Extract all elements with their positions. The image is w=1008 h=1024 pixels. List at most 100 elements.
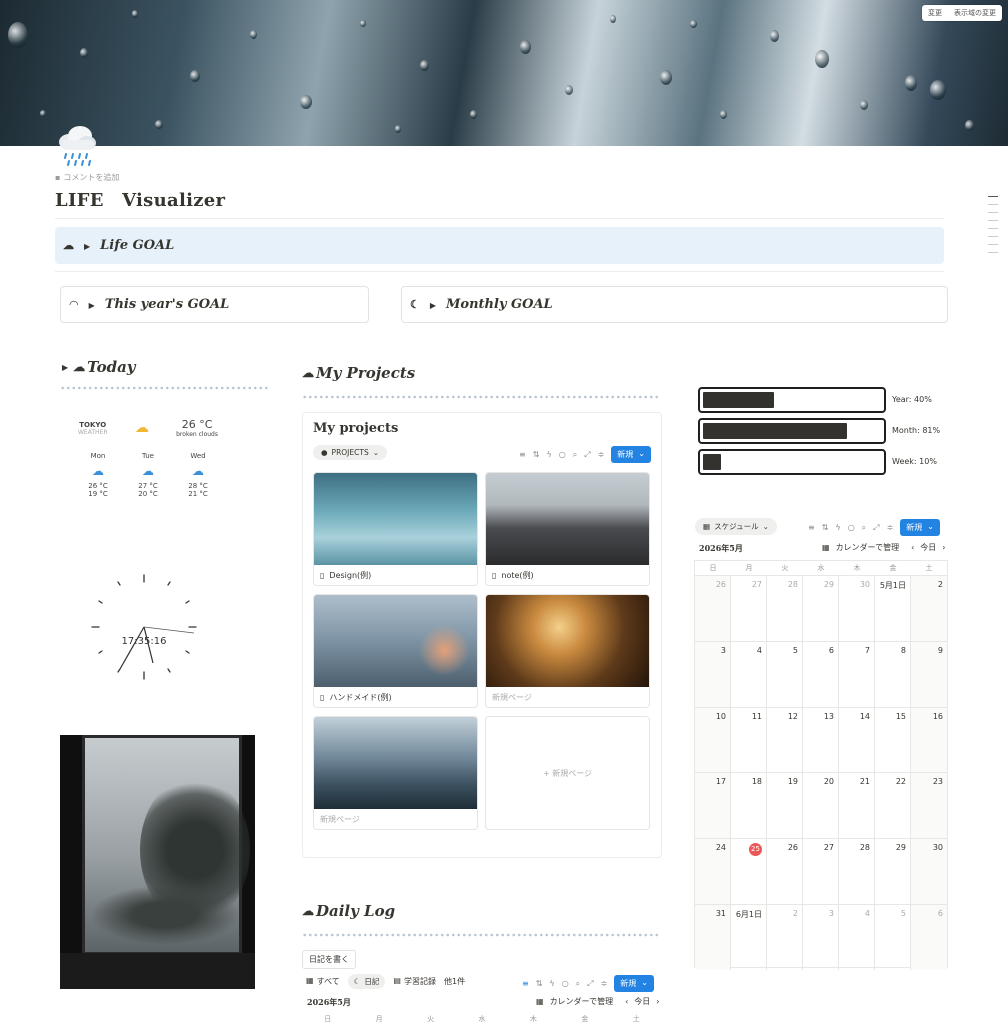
manage-in-calendar-button[interactable]: カレンダーで管理: [836, 542, 900, 553]
settings-icon[interactable]: ≑: [601, 979, 608, 988]
calendar-day-cell[interactable]: 3: [695, 641, 731, 707]
calendar-day-cell[interactable]: 22: [875, 773, 911, 839]
calendar-day-cell[interactable]: 4: [731, 641, 767, 707]
calendar-day-cell[interactable]: 21: [839, 773, 875, 839]
calendar-day-cell[interactable]: 26: [767, 839, 803, 904]
year-goal-toggle[interactable]: ◠ ▶ This year's GOAL: [60, 286, 369, 323]
tab-all[interactable]: ▦ すべて: [306, 976, 340, 987]
schedule-view-tab[interactable]: ▦ スケジュール ⌄: [695, 518, 777, 535]
calendar-day-cell[interactable]: 5: [767, 641, 803, 707]
calendar-day-cell[interactable]: 17: [695, 773, 731, 839]
calendar-day-cell[interactable]: 2: [767, 904, 803, 970]
calendar-day-cell[interactable]: 27: [803, 839, 839, 904]
calendar-day-cell[interactable]: 30: [911, 839, 947, 904]
project-card[interactable]: ▯ ハンドメイド(例): [313, 594, 478, 708]
project-card[interactable]: 新規ページ: [313, 716, 478, 830]
calendar-day-cell[interactable]: 6: [911, 904, 947, 970]
zoom-icon[interactable]: ⌕: [573, 450, 577, 460]
calendar-day-cell[interactable]: 20: [803, 773, 839, 839]
calendar-day-cell[interactable]: 19: [767, 773, 803, 839]
add-new-page-card[interactable]: + 新規ページ: [485, 716, 650, 830]
expand-icon[interactable]: ⤢: [873, 523, 879, 533]
manage-in-calendar-button[interactable]: カレンダーで管理: [550, 996, 614, 1007]
write-diary-button[interactable]: 日記を書く: [302, 950, 356, 969]
projects-db-title[interactable]: My projects: [313, 421, 398, 436]
calendar-day-cell[interactable]: 7: [839, 641, 875, 707]
projects-view-tab[interactable]: ● PROJECTS ⌄: [313, 445, 388, 460]
tab-diary[interactable]: ☾ 日記: [347, 974, 386, 989]
calendar-day-cell[interactable]: 26: [695, 576, 731, 641]
calendar-day-cell[interactable]: 4: [839, 904, 875, 970]
calendar-day-cell[interactable]: 6: [803, 641, 839, 707]
zoom-icon[interactable]: ⌕: [862, 523, 866, 533]
change-cover-button[interactable]: 変更: [922, 5, 948, 21]
calendar-day-cell[interactable]: 16: [911, 707, 947, 773]
filter-icon[interactable]: ≡: [808, 523, 815, 532]
calendar-day-cell[interactable]: 13: [803, 707, 839, 773]
today-button[interactable]: 今日: [634, 996, 650, 1007]
calendar-day-cell[interactable]: 30: [839, 576, 875, 641]
calendar-day-cell[interactable]: 24: [695, 839, 731, 904]
search-icon[interactable]: ○: [848, 523, 855, 532]
filter-icon[interactable]: ≡: [519, 450, 526, 459]
toggle-triangle-icon[interactable]: ▶: [62, 362, 68, 372]
search-icon[interactable]: ○: [562, 979, 569, 988]
toggle-triangle-icon[interactable]: ▶: [84, 241, 90, 251]
calendar-day-cell[interactable]: 15: [875, 707, 911, 773]
calendar-day-cell[interactable]: 12: [767, 707, 803, 773]
calendar-day-cell[interactable]: 28: [767, 576, 803, 641]
calendar-day-cell[interactable]: 5: [875, 904, 911, 970]
filter-icon[interactable]: ≡: [522, 979, 529, 988]
sort-icon[interactable]: ⇅: [533, 450, 540, 459]
tab-study-log[interactable]: ▤ 学習記録: [393, 976, 436, 987]
calendar-day-cell[interactable]: 6月1日: [731, 904, 767, 970]
month-goal-toggle[interactable]: ☾ ▶ Monthly GOAL: [401, 286, 948, 323]
chevron-left-icon[interactable]: ‹: [625, 997, 628, 1006]
new-diary-button[interactable]: 新規 ⌄: [614, 975, 654, 992]
add-comment-button[interactable]: ▪ コメントを追加: [55, 172, 119, 183]
project-card[interactable]: ▯ note(例): [485, 472, 650, 586]
calendar-day-cell[interactable]: 8: [875, 641, 911, 707]
life-goal-toggle[interactable]: ☁ ▶ Life GOAL: [55, 227, 944, 264]
expand-icon[interactable]: ⤢: [587, 979, 593, 989]
new-project-button[interactable]: 新規 ⌄: [611, 446, 651, 463]
lightning-icon[interactable]: ϟ: [546, 450, 551, 459]
calendar-day-cell[interactable]: 14: [839, 707, 875, 773]
toggle-triangle-icon[interactable]: ▶: [430, 300, 436, 310]
calendar-day-cell[interactable]: 9: [911, 641, 947, 707]
chevron-left-icon[interactable]: ‹: [911, 543, 914, 552]
new-schedule-button[interactable]: 新規 ⌄: [900, 519, 940, 536]
search-icon[interactable]: ○: [559, 450, 566, 459]
page-title[interactable]: LIFE Visualizer: [55, 186, 225, 212]
project-card[interactable]: 新規ページ: [485, 594, 650, 708]
calendar-day-cell[interactable]: 25: [731, 839, 767, 904]
calendar-day-cell[interactable]: 23: [911, 773, 947, 839]
weather-widget[interactable]: TOKYO WEATHER ☁ 26 °C broken clouds Mon …: [78, 418, 218, 498]
calendar-day-cell[interactable]: 5月1日: [875, 576, 911, 641]
calendar-day-cell[interactable]: 3: [803, 904, 839, 970]
sort-icon[interactable]: ⇅: [536, 979, 543, 988]
chevron-right-icon[interactable]: ›: [942, 543, 945, 552]
rain-cloud-icon[interactable]: [56, 124, 98, 168]
calendar-day-cell[interactable]: 28: [839, 839, 875, 904]
lightning-icon[interactable]: ϟ: [549, 979, 554, 988]
calendar-day-cell[interactable]: 29: [803, 576, 839, 641]
reposition-cover-button[interactable]: 表示域の変更: [948, 5, 1002, 21]
today-button[interactable]: 今日: [920, 542, 936, 553]
settings-icon[interactable]: ≑: [598, 450, 605, 459]
chevron-right-icon[interactable]: ›: [656, 997, 659, 1006]
calendar-day-cell[interactable]: 31: [695, 904, 731, 970]
calendar-day-cell[interactable]: 29: [875, 839, 911, 904]
tab-more[interactable]: 他1件: [444, 976, 465, 987]
toc-markers[interactable]: [988, 196, 998, 253]
calendar-day-cell[interactable]: 11: [731, 707, 767, 773]
lightning-icon[interactable]: ϟ: [835, 523, 840, 532]
calendar-day-cell[interactable]: 2: [911, 576, 947, 641]
expand-icon[interactable]: ⤢: [584, 450, 590, 460]
today-heading[interactable]: ▶ ☁ Today: [62, 358, 136, 376]
settings-icon[interactable]: ≑: [887, 523, 894, 532]
zoom-icon[interactable]: ⌕: [576, 979, 580, 989]
project-card[interactable]: ▯ Design(例): [313, 472, 478, 586]
toggle-triangle-icon[interactable]: ▶: [89, 300, 95, 310]
calendar-day-cell[interactable]: 27: [731, 576, 767, 641]
